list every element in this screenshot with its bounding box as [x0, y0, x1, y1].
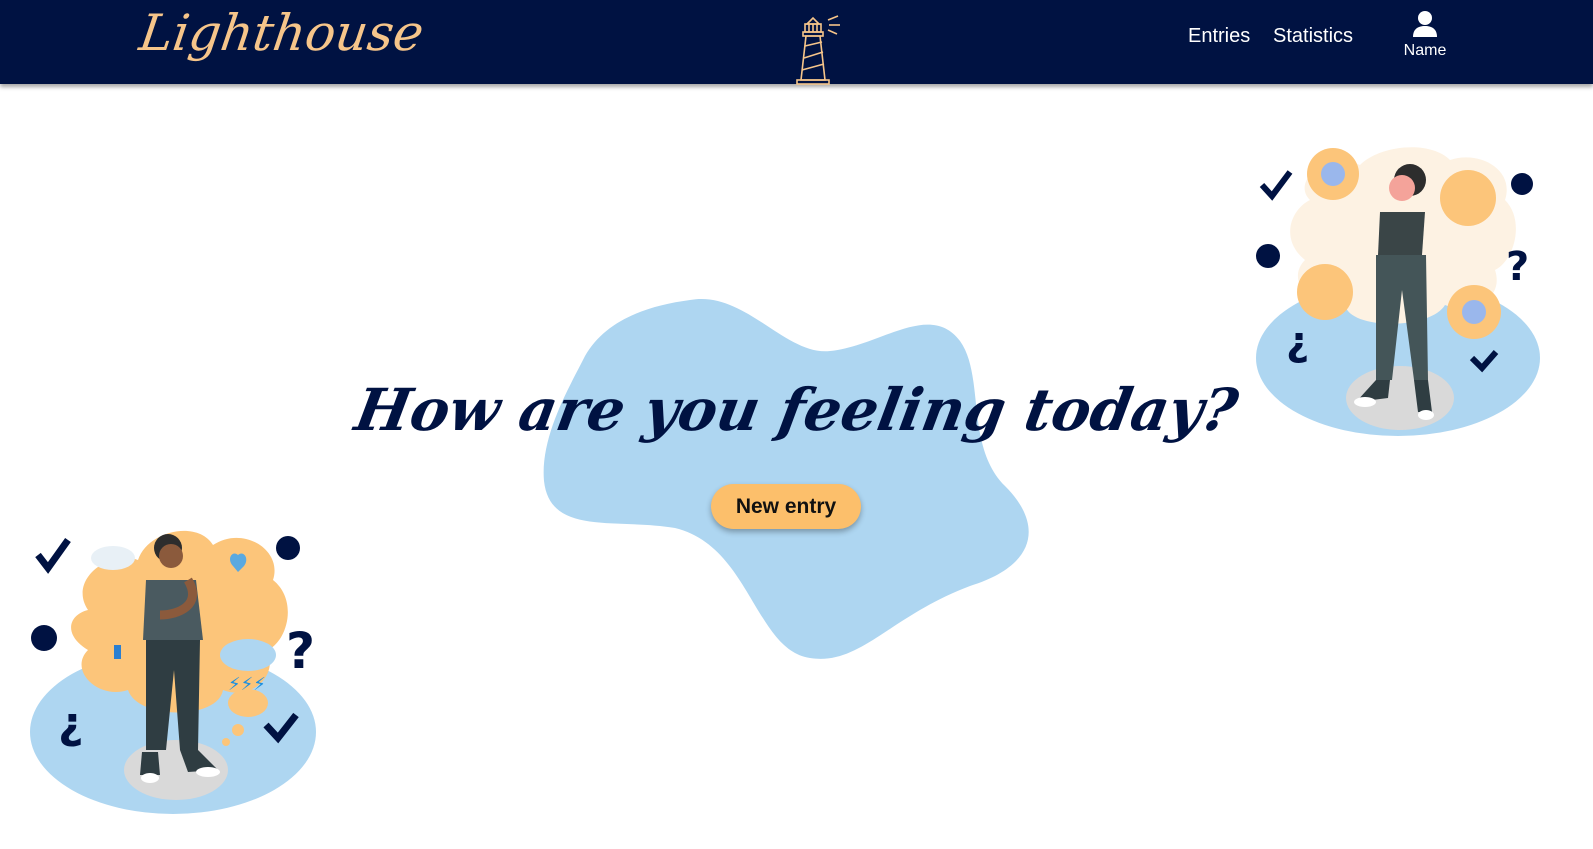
svg-text:¿: ¿: [58, 698, 84, 749]
profile-menu[interactable]: Name: [1395, 10, 1455, 70]
svg-text:?: ?: [286, 622, 315, 680]
nav-link-entries[interactable]: Entries: [1188, 25, 1250, 48]
thinking-woman-illustration: ? ¿: [1256, 147, 1540, 436]
top-navbar: Lighthouse Entries Statistics Name: [0, 0, 1593, 85]
new-entry-button[interactable]: New entry: [711, 484, 861, 529]
svg-text:?: ?: [1506, 244, 1529, 290]
profile-name-label: Name: [1403, 42, 1447, 59]
nav-link-statistics[interactable]: Statistics: [1273, 25, 1353, 48]
user-icon: [1413, 11, 1437, 37]
thinking-man-illustration: ? ¿ ⚡⚡⚡: [30, 530, 316, 814]
svg-text:⚡⚡⚡: ⚡⚡⚡: [228, 674, 266, 695]
svg-text:¿: ¿: [1286, 319, 1309, 365]
brand-logo-text[interactable]: Lighthouse: [136, 4, 427, 62]
hero-blob-shape: [543, 298, 1029, 659]
lighthouse-icon: [796, 15, 840, 85]
